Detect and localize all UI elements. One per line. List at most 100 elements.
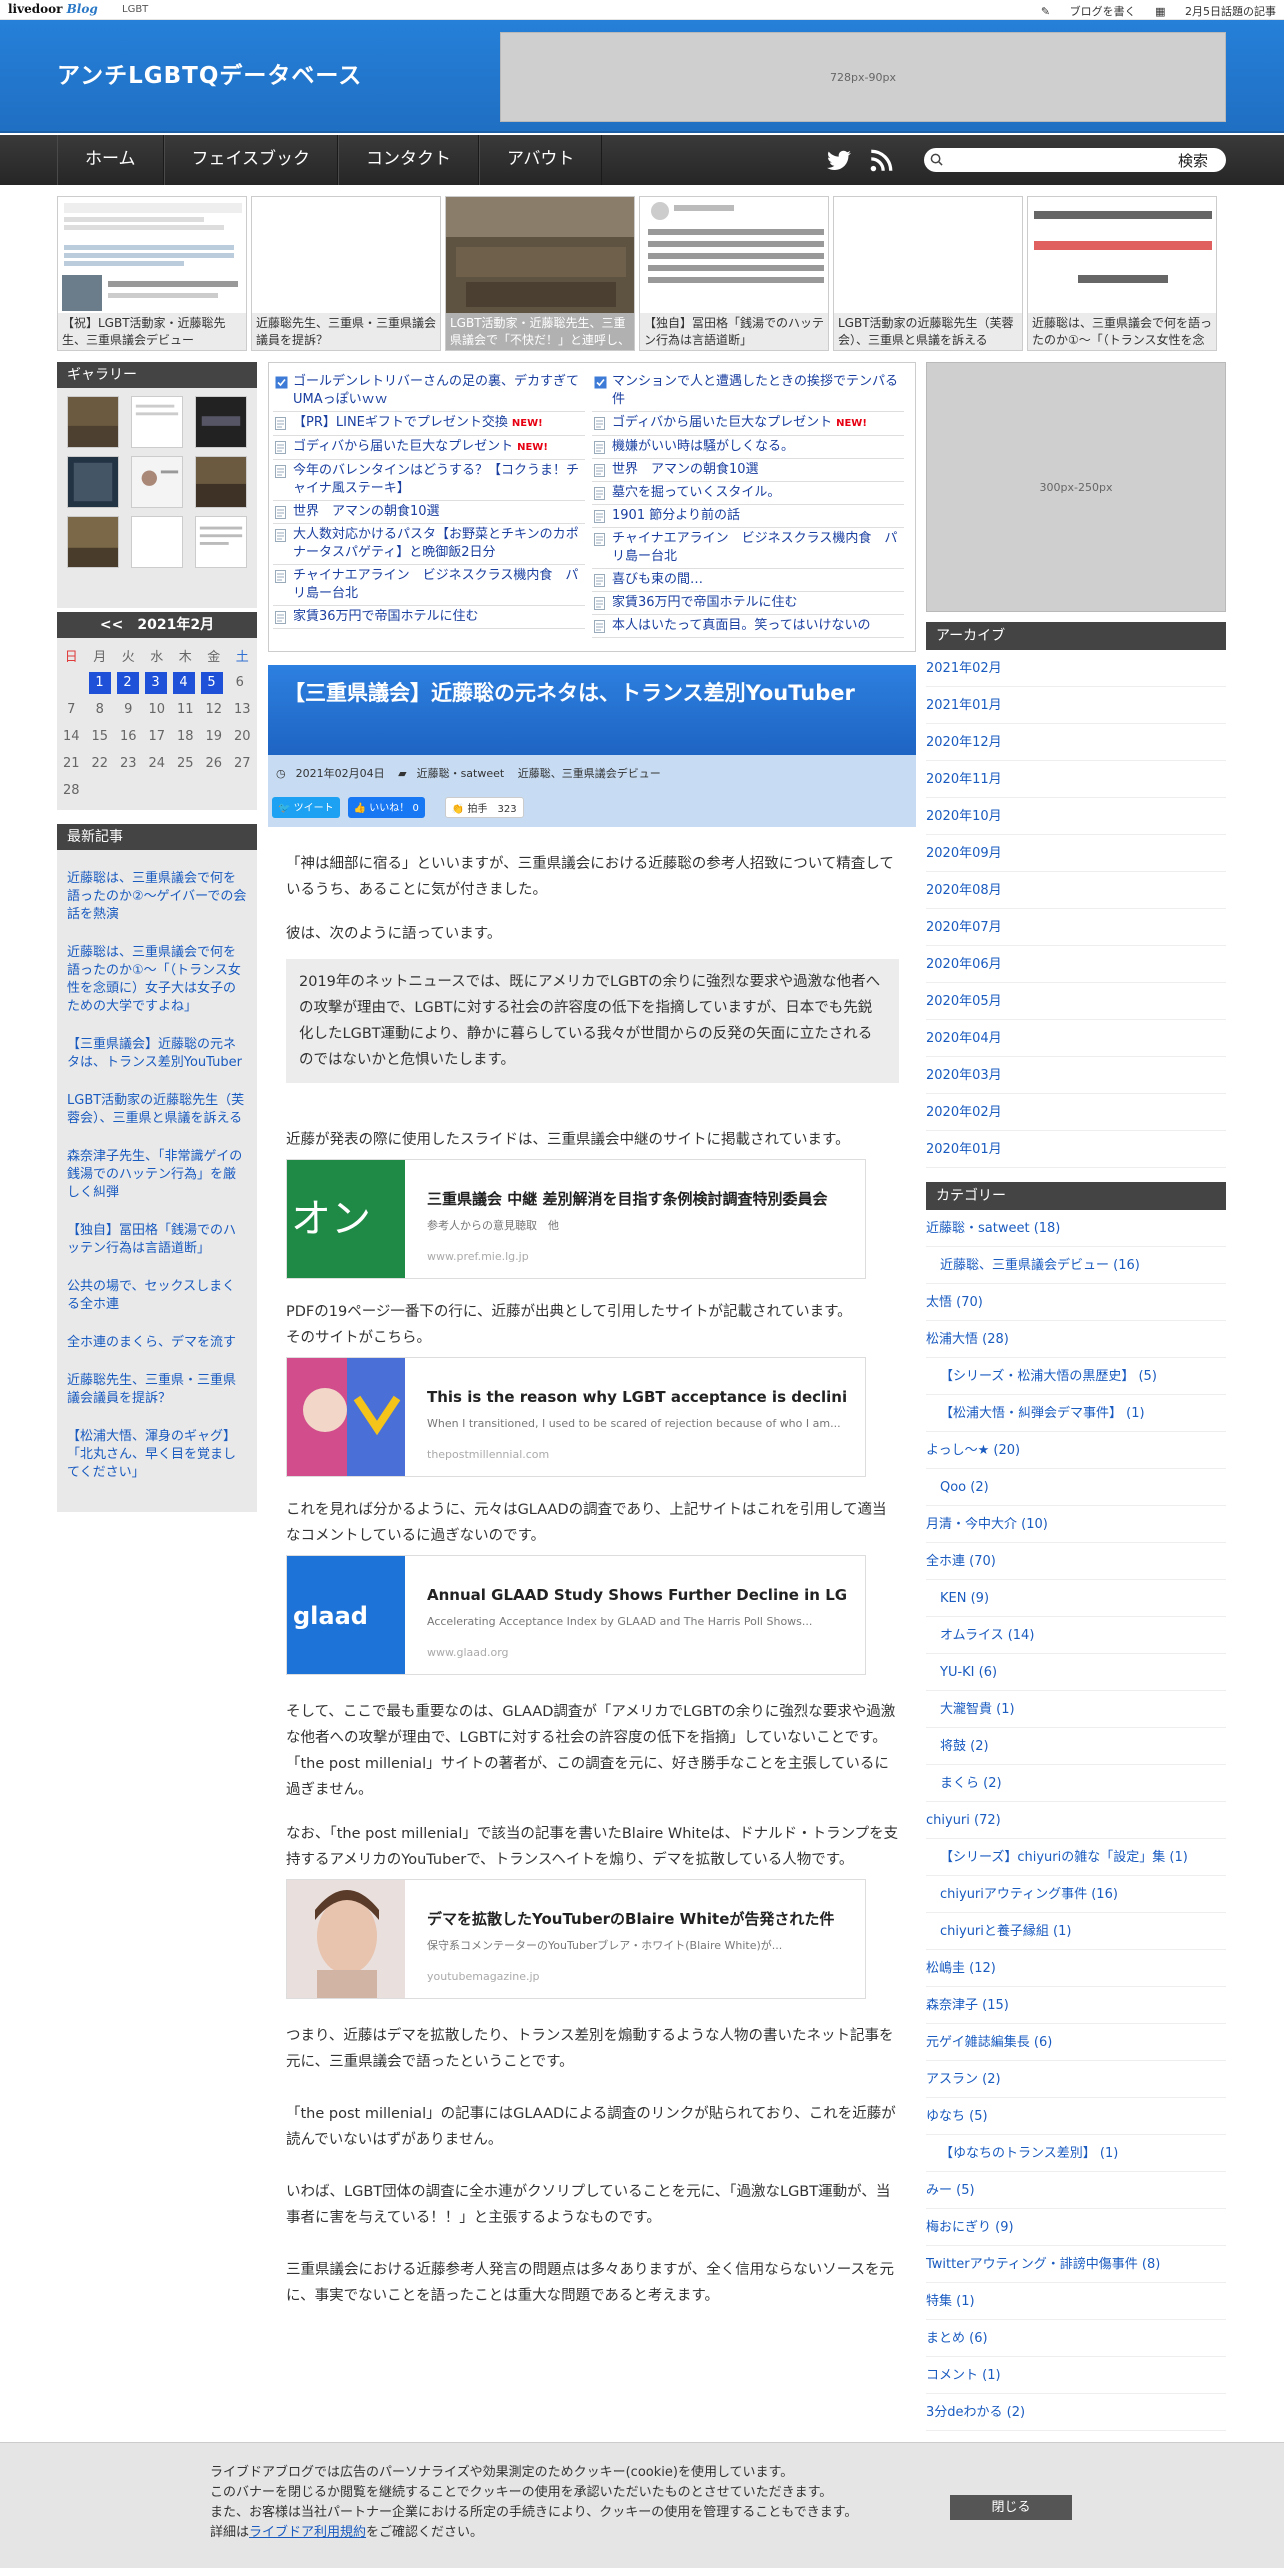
archive-link[interactable]: 2020年06月 [926,946,1226,983]
category-link[interactable]: 近藤聡・satweet (18) [926,1210,1226,1247]
category-link[interactable]: 近藤聡、三重県議会デビュー (16) [926,1247,1226,1284]
category-link[interactable]: YU-KI (6) [926,1654,1226,1691]
link-exchange-item[interactable]: 家賃36万円で帝国ホテルに住む [592,592,904,615]
category-link[interactable]: 松浦大悟 (28) [926,1321,1226,1358]
related-card[interactable]: 近藤聡は、三重県議会で何を語ったのか①～「（トランス女性を念頭に）女子大は女子の… [1027,196,1217,351]
category-link[interactable]: 太悟 (70) [926,1284,1226,1321]
link-exchange-item[interactable]: 【PR】LINEギフトでプレゼント交換 NEW! [273,412,585,436]
calendar-day[interactable]: 3 [144,671,167,694]
category-link[interactable]: 梅おにぎり (9) [926,2209,1226,2246]
category-link[interactable]: オムライス (14) [926,1617,1226,1654]
link-exchange-item[interactable]: 機嫌がいい時は騒がしくなる。 [592,436,904,459]
category-link[interactable]: 全ホ連 (70) [926,1543,1226,1580]
facebook-like-button[interactable]: 👍 いいね！ 0 [347,797,425,818]
nav-facebook[interactable]: フェイスブック [163,135,338,185]
category-link[interactable]: 元ゲイ雑誌編集長 (6) [926,2024,1226,2061]
category-link[interactable]: 近藤聡、三重県議会デビュー [518,767,661,780]
related-card[interactable]: LGBT活動家・近藤聡先生、三重県議会で「不快だ！」と連呼し、騒然に [445,196,635,351]
category-link[interactable]: 将鼓 (2) [926,1728,1226,1765]
write-blog-link[interactable]: ✎ ブログを書く [1041,5,1136,18]
twitter-icon[interactable] [826,148,852,174]
archive-link[interactable]: 2020年03月 [926,1057,1226,1094]
gallery-image[interactable] [195,396,247,448]
trending-articles-link[interactable]: ▦ 2月5日話題の記事 [1155,5,1276,18]
link-exchange-item[interactable]: 家賃36万円で帝国ホテルに住む [273,606,585,629]
rss-icon[interactable] [868,148,894,174]
link-exchange-item[interactable]: チャイナエアライン ビジネスクラス機内食 パリ島ー台北 [592,528,904,569]
archive-link[interactable]: 2020年04月 [926,1020,1226,1057]
category-link[interactable]: ゆなち (5) [926,2098,1226,2135]
category-link[interactable]: chiyuriと養子縁組 (1) [926,1913,1226,1950]
category-link[interactable]: 3分deわかる (2) [926,2394,1226,2431]
archive-link[interactable]: 2021年01月 [926,687,1226,724]
clap-button[interactable]: 👏 拍手 323 [444,797,524,818]
link-exchange-item[interactable]: ゴディバから届いた巨大なプレゼント NEW! [273,436,585,460]
archive-link[interactable]: 2020年09月 [926,835,1226,872]
category-link[interactable]: みー (5) [926,2172,1226,2209]
recent-post-link[interactable]: 近藤聡は、三重県議会で何を語ったのか①～「（トランス女性を念頭に）女子大は女子の… [67,944,247,1016]
category-link[interactable]: 【ゆなちのトランス差別】 (1) [926,2135,1226,2172]
calendar-day[interactable]: 4 [172,671,195,694]
calendar-day[interactable]: 2 [116,671,139,694]
link-card[interactable]: This is the reason why LGBT acceptance i… [286,1357,866,1477]
archive-link[interactable]: 2020年10月 [926,798,1226,835]
link-exchange-item[interactable]: 1901 節分より前の話 [592,505,904,528]
category-link[interactable]: 松嶋圭 (12) [926,1950,1226,1987]
link-exchange-item[interactable]: 墓穴を掘っていくスタイル。 [592,482,904,505]
gallery-image[interactable] [131,396,183,448]
related-card[interactable]: 【独自】冨田格「銭湯でのハッテン行為は言語道断」 [639,196,829,351]
lgbt-tag-link[interactable]: LGBT [122,4,148,15]
archive-link[interactable]: 2020年12月 [926,724,1226,761]
archive-link[interactable]: 2020年07月 [926,909,1226,946]
category-link[interactable]: chiyuriアウティング事件 (16) [926,1876,1226,1913]
tweet-button[interactable]: 🐦 ツイート [272,797,340,818]
category-link[interactable]: chiyuri (72) [926,1802,1226,1839]
archive-link[interactable]: 2020年02月 [926,1094,1226,1131]
archive-link[interactable]: 2020年11月 [926,761,1226,798]
terms-link[interactable]: ライブドア利用規約 [249,2525,366,2540]
link-card[interactable]: オン 三重県議会 中継 差別解消を目指す条例検討調査特別委員会 参考人からの意見… [286,1159,866,1279]
gallery-image[interactable] [67,396,119,448]
category-link[interactable]: よっし～★ (20) [926,1432,1226,1469]
category-link[interactable]: コメント (1) [926,2357,1226,2394]
related-card[interactable]: 【祝】LGBT活動家・近藤聡先生、三重県議会デビュー [57,196,247,351]
recent-post-link[interactable]: 近藤聡先生、三重県・三重県議会議員を提訴？ [67,1372,247,1408]
recent-post-link[interactable]: 公共の場で、セックスしまくる全ホ連 [67,1278,247,1314]
recent-post-link[interactable]: 【三重県議会】近藤聡の元ネタは、トランス差別YouTuber [67,1036,247,1072]
calendar-heading[interactable]: << 2021年2月 [57,612,257,638]
archive-link[interactable]: 2020年01月 [926,1131,1226,1168]
category-link[interactable]: 【シリーズ・松浦大悟の黒歴史】 (5) [926,1358,1226,1395]
gallery-image[interactable] [195,456,247,508]
category-link[interactable]: 森奈津子 (15) [926,1987,1226,2024]
recent-post-link[interactable]: 【松浦大悟、渾身のギャグ】「北丸さん、早く目を覚ましてください」 [67,1428,247,1482]
article-title[interactable]: 【三重県議会】近藤聡の元ネタは、トランス差別YouTuber [268,665,916,755]
nav-about[interactable]: アバウト [479,135,603,185]
related-card[interactable]: 近藤聡先生、三重県・三重県議会議員を提訴？ [251,196,441,351]
link-exchange-item[interactable]: ゴディバから届いた巨大なプレゼント NEW! [592,412,904,436]
link-exchange-item[interactable]: チャイナエアライン ビジネスクラス機内食 パリ島ー台北 [273,565,585,606]
category-link[interactable]: アスラン (2) [926,2061,1226,2098]
category-link[interactable]: 【シリーズ】chiyuriの雑な「設定」集 (1) [926,1839,1226,1876]
site-title[interactable]: アンチLGBTQデータベース [57,56,362,90]
gallery-image[interactable] [67,516,119,568]
link-exchange-item[interactable]: 世界 アマンの朝食10選 [592,459,904,482]
category-link[interactable]: 【松浦大悟・糾弾会デマ事件】 (1) [926,1395,1226,1432]
livedoor-logo[interactable]: livedoor Blog [8,2,98,16]
nav-contact[interactable]: コンタクト [338,135,479,185]
link-exchange-item[interactable]: 大人数対応かけるパスタ【お野菜とチキンのカポナータスパゲティ】と晩御飯2日分 [273,524,585,565]
link-exchange-item[interactable]: 今年のバレンタインはどうする？【コクうま！チャイナ風ステーキ】 [273,460,585,501]
link-exchange-item[interactable]: 世界 アマンの朝食10選 [273,501,585,524]
archive-link[interactable]: 2020年08月 [926,872,1226,909]
category-link[interactable]: KEN (9) [926,1580,1226,1617]
recent-post-link[interactable]: 近藤聡は、三重県議会で何を語ったのか②～ゲイバーでの会話を熱演 [67,870,247,924]
link-exchange-item[interactable]: ゴールデンレトリバーさんの足の裏、デカすぎてUMAっぽいｗｗ [273,371,585,412]
search-input[interactable] [946,151,1156,168]
category-link[interactable]: まとめ (6) [926,2320,1226,2357]
gallery-image[interactable] [131,516,183,568]
calendar-day[interactable]: 5 [200,671,223,694]
gallery-image[interactable] [131,456,183,508]
calendar-day[interactable]: 1 [88,671,111,694]
category-link[interactable]: まくら (2) [926,1765,1226,1802]
nav-home[interactable]: ホーム [57,135,164,185]
archive-link[interactable]: 2021年02月 [926,650,1226,687]
